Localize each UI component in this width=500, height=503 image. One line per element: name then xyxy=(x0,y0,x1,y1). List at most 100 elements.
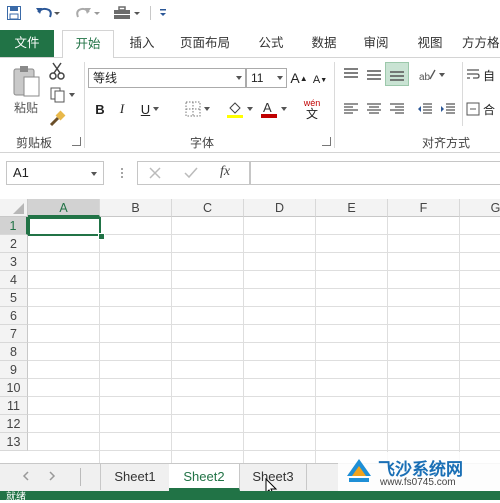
column-header[interactable]: D xyxy=(244,199,316,217)
gridline-horizontal xyxy=(28,324,500,325)
redo-icon[interactable] xyxy=(72,3,104,23)
align-center-icon xyxy=(367,103,381,114)
watermark-logo-icon xyxy=(344,456,374,489)
wrap-text-label: 自 xyxy=(483,68,496,83)
row-header[interactable]: 6 xyxy=(0,307,28,325)
bold-button[interactable]: B xyxy=(90,98,110,120)
formula-bar-grip-icon[interactable] xyxy=(120,165,124,181)
column-header[interactable]: G xyxy=(460,199,500,217)
row-header[interactable]: 3 xyxy=(0,253,28,271)
copy-button[interactable] xyxy=(46,84,78,106)
borders-button[interactable] xyxy=(180,98,214,120)
svg-text:A: A xyxy=(263,100,272,115)
insert-function-button[interactable]: fx xyxy=(220,164,230,180)
name-box[interactable]: A1 xyxy=(6,161,104,185)
save-icon[interactable] xyxy=(4,3,24,23)
row-header[interactable]: 11 xyxy=(0,397,28,415)
align-left-button[interactable] xyxy=(340,98,362,120)
tab-home[interactable]: 开始 xyxy=(62,30,114,59)
column-header[interactable]: C xyxy=(172,199,244,217)
cancel-icon[interactable] xyxy=(148,166,162,183)
undo-icon[interactable] xyxy=(32,3,64,23)
decrease-indent-button[interactable] xyxy=(414,98,436,120)
cut-button[interactable] xyxy=(46,60,68,82)
align-bottom-button[interactable] xyxy=(385,62,409,86)
row-header[interactable]: 7 xyxy=(0,325,28,343)
chevron-down-icon xyxy=(236,76,242,80)
fill-color-button[interactable] xyxy=(222,98,256,120)
font-launcher-icon[interactable] xyxy=(322,137,331,146)
wrap-text-icon xyxy=(467,69,480,79)
shrink-font-button[interactable]: A ▼ xyxy=(312,69,328,91)
gridline-horizontal xyxy=(28,288,500,289)
row-header[interactable]: 4 xyxy=(0,271,28,289)
tab-file[interactable]: 文件 xyxy=(0,30,54,57)
row-header[interactable]: 12 xyxy=(0,415,28,433)
merge-center-button[interactable]: 合 xyxy=(466,98,500,120)
select-all-corner[interactable] xyxy=(0,199,28,217)
row-header[interactable]: 2 xyxy=(0,235,28,253)
sheet-tab-sheet1[interactable]: Sheet1 xyxy=(100,464,170,490)
border-icon xyxy=(185,101,200,117)
briefcase-icon[interactable] xyxy=(110,3,144,23)
formula-bar: A1 fx xyxy=(0,153,500,195)
italic-button[interactable]: I xyxy=(112,98,132,120)
column-header[interactable]: F xyxy=(388,199,460,217)
scroll-right-icon[interactable] xyxy=(48,470,56,485)
row-header[interactable]: 13 xyxy=(0,433,28,451)
row-header[interactable]: 1 xyxy=(0,217,28,235)
tab-view[interactable]: 视图 xyxy=(408,30,452,57)
clipboard-launcher-icon[interactable] xyxy=(72,137,81,146)
tab-formulas[interactable]: 公式 xyxy=(250,30,292,57)
watermark: 飞沙系统网 www.fs0745.com xyxy=(338,452,500,492)
enter-check-icon[interactable] xyxy=(184,166,198,183)
font-color-button[interactable]: A xyxy=(258,98,288,120)
tab-data[interactable]: 数据 xyxy=(302,30,346,57)
font-size-dropdown[interactable]: 11 xyxy=(246,68,287,88)
paste-icon xyxy=(13,65,40,96)
underline-label: U xyxy=(140,101,151,117)
font-color-icon: A xyxy=(260,100,277,118)
gridline-vertical xyxy=(171,217,172,463)
sheet-tab-sheet2[interactable]: Sheet2 xyxy=(169,464,240,491)
font-name-dropdown[interactable]: 等线 xyxy=(88,68,246,88)
gridline-horizontal xyxy=(28,450,500,451)
orientation-button[interactable]: ab xyxy=(416,64,446,86)
format-painter-icon xyxy=(49,110,66,127)
align-top-button[interactable] xyxy=(340,64,362,86)
underline-button[interactable]: U xyxy=(134,98,166,120)
customize-icon[interactable] xyxy=(157,3,169,23)
row-header[interactable]: 8 xyxy=(0,343,28,361)
align-middle-button[interactable] xyxy=(363,64,385,86)
column-header[interactable]: A xyxy=(28,199,100,217)
paste-button[interactable]: 粘贴 xyxy=(10,62,42,118)
tab-insert[interactable]: 插入 xyxy=(120,30,164,57)
formula-input[interactable] xyxy=(250,161,500,185)
fill-handle[interactable] xyxy=(98,233,105,240)
row-header[interactable]: 5 xyxy=(0,289,28,307)
phonetic-button[interactable]: wén 文 xyxy=(298,96,326,122)
increase-indent-button[interactable] xyxy=(437,98,459,120)
worksheet-grid[interactable]: ABCDEFG 1 2 3 4 5 6 7 8 9 10 11 12 13 xyxy=(0,199,500,463)
tab-page-layout[interactable]: 页面布局 xyxy=(172,30,238,57)
format-painter-button[interactable] xyxy=(46,108,68,130)
gridline-vertical xyxy=(459,217,460,463)
qat-separator xyxy=(150,6,151,20)
row-header[interactable]: 9 xyxy=(0,361,28,379)
column-header[interactable]: E xyxy=(316,199,388,217)
grow-font-button[interactable]: A ▲ xyxy=(290,67,307,89)
shrink-font-label: A xyxy=(312,74,321,86)
align-middle-icon xyxy=(367,70,381,80)
wrap-text-button[interactable]: 自 xyxy=(466,64,500,86)
increase-indent-icon xyxy=(441,103,455,114)
merge-label: 合 xyxy=(483,102,496,117)
align-right-button[interactable] xyxy=(386,98,408,120)
column-header[interactable]: B xyxy=(100,199,172,217)
row-header[interactable]: 10 xyxy=(0,379,28,397)
active-cell-a1[interactable] xyxy=(28,217,101,236)
tab-review[interactable]: 审阅 xyxy=(354,30,398,57)
align-center-button[interactable] xyxy=(363,98,385,120)
scroll-left-icon[interactable] xyxy=(22,470,30,485)
watermark-url: www.fs0745.com xyxy=(380,477,456,488)
tab-fangfang[interactable]: 方方格 xyxy=(462,30,500,57)
